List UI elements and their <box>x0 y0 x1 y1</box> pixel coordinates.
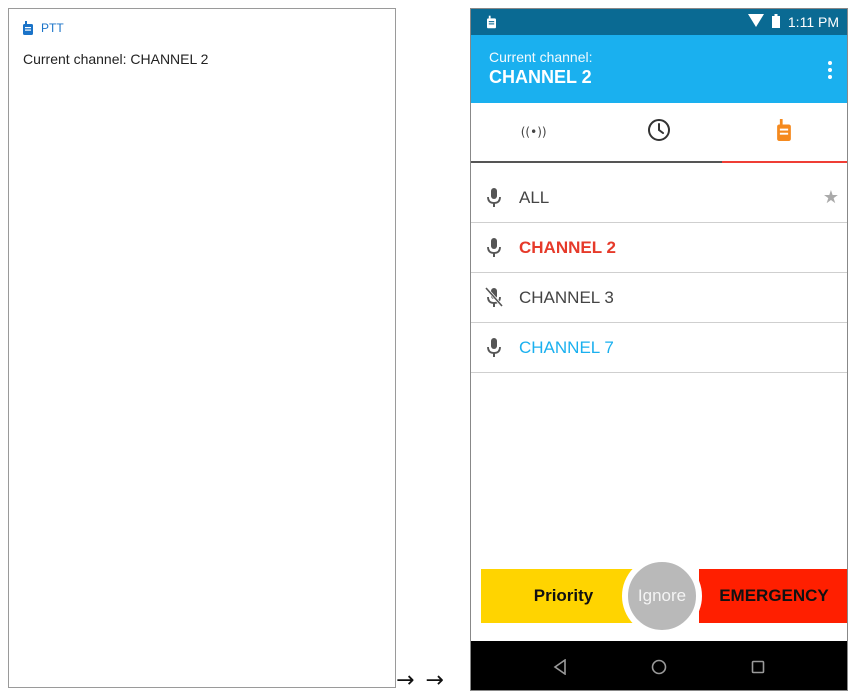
channel-row-channel-2[interactable]: CHANNEL 2 <box>471 223 847 273</box>
tab-broadcast[interactable]: ((•)) <box>471 103 597 163</box>
star-icon[interactable]: ★ <box>823 187 839 208</box>
ignore-button[interactable]: Ignore <box>622 556 702 636</box>
current-channel-name: CHANNEL 2 <box>489 67 592 87</box>
app-bar: Current channel: CHANNEL 2 <box>471 35 847 103</box>
channel-row-channel-7[interactable]: CHANNEL 7 <box>471 323 847 373</box>
notification-app-name: PTT <box>41 21 64 35</box>
mic-icon <box>485 187 503 209</box>
mic-off-icon <box>484 286 504 309</box>
status-time: 1:11 PM <box>787 14 839 30</box>
phone-screen: 1:11 PM Current channel: CHANNEL 2 ((•)) <box>470 8 848 691</box>
wifi-icon <box>747 14 764 30</box>
broadcast-icon: ((•)) <box>520 125 547 139</box>
more-vert-icon[interactable] <box>827 61 833 81</box>
clock-icon <box>647 118 671 147</box>
tab-history[interactable] <box>596 103 722 163</box>
walkie-talkie-icon <box>23 21 33 35</box>
channel-name: CHANNEL 3 <box>519 287 614 307</box>
channel-name: ALL <box>519 187 550 207</box>
notification-header[interactable]: PTT <box>23 21 64 35</box>
channel-row-all[interactable]: ALL ★ <box>471 173 847 223</box>
battery-icon <box>771 13 780 31</box>
mic-icon <box>485 237 503 259</box>
tab-bar: ((•)) <box>471 103 847 163</box>
channel-name: CHANNEL 2 <box>519 237 616 257</box>
status-bar: 1:11 PM <box>471 9 847 35</box>
channel-row-channel-3[interactable]: CHANNEL 3 <box>471 273 847 323</box>
emergency-button[interactable]: EMERGENCY <box>699 569 847 623</box>
transition-arrows: → → <box>396 668 446 693</box>
action-bar: Priority EMERGENCY Ignore <box>481 556 847 636</box>
back-icon[interactable] <box>545 652 575 682</box>
mic-icon <box>485 337 503 359</box>
navigation-bar <box>471 641 847 690</box>
recents-icon[interactable] <box>743 652 773 682</box>
channel-name: CHANNEL 7 <box>519 337 614 357</box>
channel-list: ALL ★ CHANNEL 2 CHANNEL 3 CHANNEL 7 <box>471 173 847 373</box>
walkie-talkie-icon <box>487 15 496 29</box>
current-channel-label: Current channel: <box>489 49 593 65</box>
home-icon[interactable] <box>644 652 674 682</box>
notification-panel: PTT Current channel: CHANNEL 2 <box>8 8 396 688</box>
walkie-talkie-icon <box>777 118 792 146</box>
notification-text: Current channel: CHANNEL 2 <box>23 51 209 67</box>
tab-channels[interactable] <box>721 103 847 163</box>
